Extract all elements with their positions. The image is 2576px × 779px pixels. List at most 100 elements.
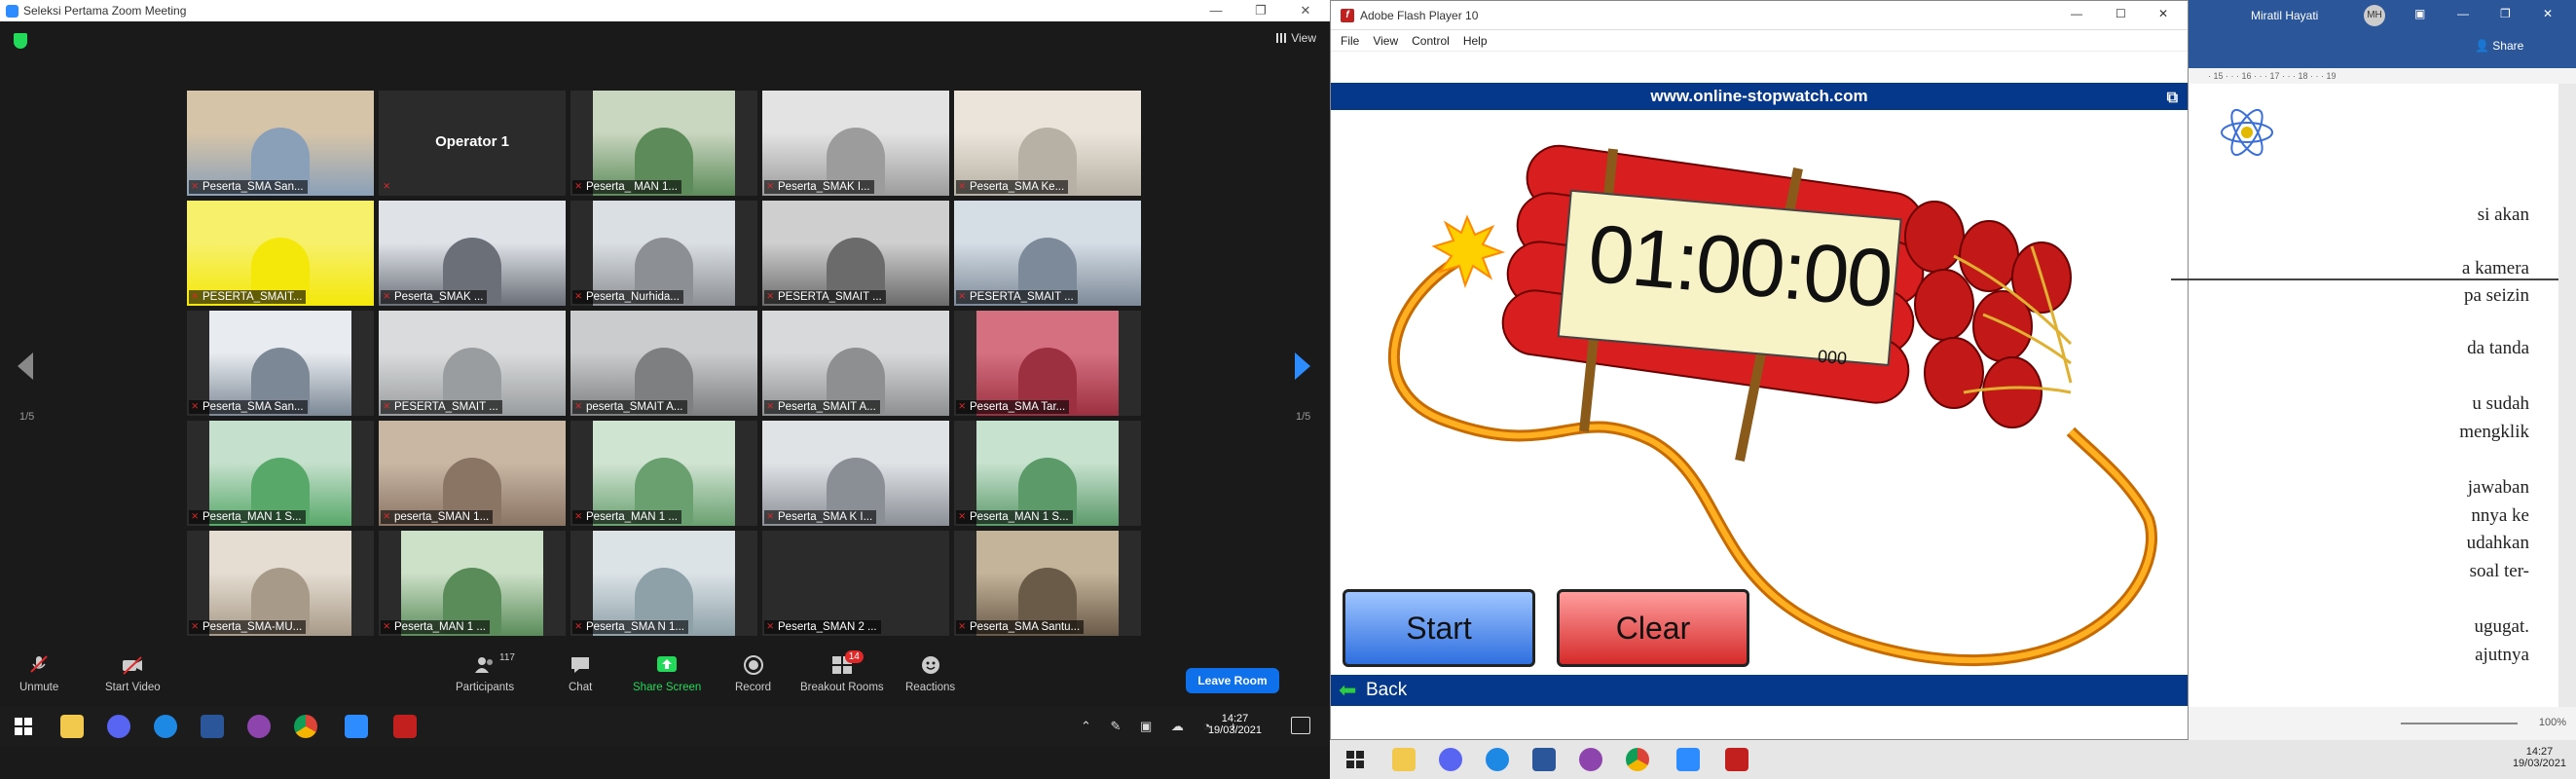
- participant-video-tile[interactable]: Peserta_ MAN 1... ⨯: [570, 91, 757, 196]
- file-explorer-icon-2[interactable]: [1392, 748, 1416, 771]
- participant-name: peserta_SMAN 1...: [381, 510, 494, 524]
- record-button[interactable]: Record: [735, 654, 771, 693]
- start-video-button[interactable]: Start Video: [105, 654, 161, 693]
- share-screen-button[interactable]: Share Screen: [633, 654, 701, 693]
- flash-maximize-button[interactable]: ☐: [2116, 7, 2126, 20]
- participant-video-tile[interactable]: peserta_SMAIT A... ⨯: [570, 311, 757, 416]
- notifications-icon[interactable]: [1291, 717, 1310, 734]
- flash-player-taskbar-icon-2[interactable]: [1725, 748, 1748, 771]
- participant-video-tile[interactable]: Peserta_SMA San... ⨯: [187, 311, 374, 416]
- participant-name: PESERTA_SMAIT ...: [956, 290, 1078, 304]
- participant-video-tile[interactable]: peserta_SMAN 1... ⨯: [379, 421, 566, 526]
- participant-video-tile[interactable]: Peserta_MAN 1 S... ⨯: [187, 421, 374, 526]
- next-page-arrow-icon[interactable]: [1295, 352, 1310, 380]
- word-icon[interactable]: [201, 715, 224, 738]
- back-arrow-icon[interactable]: ⬅: [1339, 675, 1356, 706]
- participant-name: Peserta_SMAIT A...: [764, 400, 880, 414]
- participant-video-tile[interactable]: Peserta_MAN 1 ... ⨯: [570, 421, 757, 526]
- unmute-button[interactable]: Unmute: [19, 654, 58, 693]
- discord-icon-2[interactable]: [1439, 748, 1462, 771]
- participant-video-tile[interactable]: Peserta_SMA San... ⨯: [187, 91, 374, 196]
- breakout-rooms-button[interactable]: 14 Breakout Rooms: [800, 650, 884, 693]
- back-link[interactable]: Back: [1366, 680, 1407, 700]
- clock-right[interactable]: 14:27 19/03/2021: [2513, 746, 2566, 769]
- participant-video-tile[interactable]: Peserta_SMAK I... ⨯: [762, 91, 949, 196]
- participant-video-tile[interactable]: PESERTA_SMAIT ... ⨯: [762, 201, 949, 306]
- menu-file[interactable]: File: [1341, 34, 1359, 48]
- flash-player-taskbar-icon[interactable]: [393, 715, 417, 738]
- close-button[interactable]: ✕: [1283, 0, 1328, 21]
- word-restore-button[interactable]: ❐: [2500, 7, 2511, 20]
- atom-app-icon-2[interactable]: [1579, 748, 1602, 771]
- chrome-icon-2[interactable]: [1626, 748, 1649, 771]
- edge-icon[interactable]: [154, 715, 177, 738]
- participant-video-tile[interactable]: Peserta_MAN 1 ... ⨯: [379, 531, 566, 636]
- participant-video-tile[interactable]: Peserta_SMAK ... ⨯: [379, 201, 566, 306]
- participant-video-tile[interactable]: Peserta_SMA Ke... ⨯: [954, 91, 1141, 196]
- word-ribbon: 👤 Share: [2189, 31, 2576, 68]
- zoom-slider[interactable]: [2401, 723, 2518, 724]
- word-icon-2[interactable]: [1532, 748, 1556, 771]
- previous-page-arrow-icon[interactable]: [18, 352, 33, 380]
- taskbar-date-2: 19/03/2021: [2512, 758, 2566, 769]
- atom-logo-icon: [2221, 108, 2273, 157]
- taskbar-time-2: 14:27: [2525, 746, 2554, 758]
- flash-close-button[interactable]: ✕: [2158, 7, 2168, 20]
- word-close-button[interactable]: ✕: [2543, 7, 2553, 20]
- clear-button[interactable]: Clear: [1557, 589, 1749, 667]
- start-button[interactable]: Start: [1343, 589, 1535, 667]
- menu-view[interactable]: View: [1373, 34, 1398, 48]
- operator-tile[interactable]: Operator 1 ⨯: [379, 91, 566, 196]
- zoom-toolbar: Unmute Start Video 117 Participants Chat: [0, 649, 1330, 707]
- ribbon-display-icon[interactable]: ▣: [2414, 7, 2425, 20]
- participant-video-tile[interactable]: Peserta_SMAN 2 ... ⨯: [762, 531, 949, 636]
- participant-video-tile[interactable]: PESERTA_SMAIT... ⨯: [187, 201, 374, 306]
- minimize-button[interactable]: —: [1194, 0, 1238, 21]
- popout-icon[interactable]: ⧉: [2167, 85, 2178, 112]
- restore-button[interactable]: ❐: [1238, 0, 1283, 21]
- chat-label: Chat: [569, 682, 593, 693]
- zoom-taskbar-icon[interactable]: [345, 715, 368, 738]
- participant-video-tile[interactable]: Peserta_SMA-MU... ⨯: [187, 531, 374, 636]
- edge-icon-2[interactable]: [1486, 748, 1509, 771]
- document-text-line: pa seizin: [2463, 285, 2529, 306]
- menu-help[interactable]: Help: [1463, 34, 1488, 48]
- file-explorer-icon[interactable]: [60, 715, 84, 738]
- menu-control[interactable]: Control: [1412, 34, 1450, 48]
- participant-video-tile[interactable]: Peserta_Nurhida... ⨯: [570, 201, 757, 306]
- word-minimize-button[interactable]: —: [2457, 7, 2469, 20]
- share-button[interactable]: 👤 Share: [2475, 39, 2523, 53]
- participant-video-tile[interactable]: PESERTA_SMAIT ... ⨯: [954, 201, 1141, 306]
- windows-start-icon[interactable]: [12, 715, 35, 738]
- zoom-taskbar-icon-2[interactable]: [1676, 748, 1700, 771]
- atom-app-icon[interactable]: [247, 715, 271, 738]
- participant-name: Peserta_SMAK ...: [381, 290, 488, 304]
- participant-video-tile[interactable]: Peserta_SMA Santu... ⨯: [954, 531, 1141, 636]
- participant-video-tile[interactable]: Peserta_SMAIT A... ⨯: [762, 311, 949, 416]
- chrome-icon[interactable]: [294, 715, 317, 738]
- site-url: www.online-stopwatch.com: [1650, 87, 1868, 105]
- muted-mic-icon: ⨯: [958, 511, 967, 522]
- view-button[interactable]: View: [1276, 31, 1316, 45]
- discord-icon[interactable]: [107, 715, 130, 738]
- participant-video-tile[interactable]: Peserta_SMA N 1... ⨯: [570, 531, 757, 636]
- muted-mic-icon: ⨯: [383, 621, 391, 632]
- participant-video-tile[interactable]: Peserta_MAN 1 S... ⨯: [954, 421, 1141, 526]
- participants-button[interactable]: 117 Participants: [456, 652, 515, 693]
- user-avatar[interactable]: MH: [2364, 5, 2385, 26]
- milliseconds-display: 000: [1817, 346, 1848, 369]
- leave-room-button[interactable]: Leave Room: [1186, 668, 1279, 693]
- reactions-button[interactable]: Reactions: [905, 654, 955, 693]
- breakout-rooms-icon: 14: [830, 650, 864, 676]
- word-document[interactable]: si akan a kamera pa seizin da tanda u sudah m…: [2171, 84, 2558, 707]
- windows-start-icon-2[interactable]: [1343, 748, 1367, 771]
- participant-video-tile[interactable]: Peserta_SMA Tar... ⨯: [954, 311, 1141, 416]
- participant-video-tile[interactable]: Peserta_SMA K I... ⨯: [762, 421, 949, 526]
- security-shield-icon[interactable]: [14, 33, 27, 49]
- flash-minimize-button[interactable]: —: [2071, 7, 2082, 20]
- chat-button[interactable]: Chat: [569, 654, 592, 693]
- clock-left[interactable]: 14:27 19/03/2021: [1208, 713, 1262, 736]
- stopwatch-stage: www.online-stopwatch.com ⧉ 01:00:00 000 …: [1331, 83, 2188, 708]
- participant-video-tile[interactable]: PESERTA_SMAIT ... ⨯: [379, 311, 566, 416]
- video-off-icon: [121, 654, 144, 676]
